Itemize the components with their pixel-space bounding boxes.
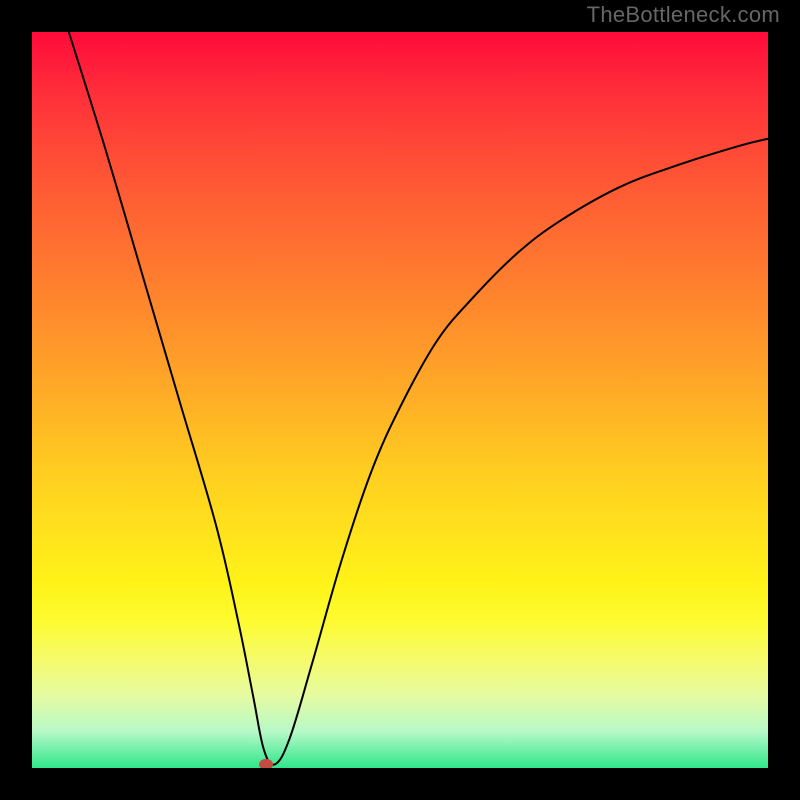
bottleneck-curve-path [69,32,768,765]
bottleneck-curve-svg [32,32,768,768]
chart-plot-area [32,32,768,768]
minimum-marker [259,759,273,768]
watermark-text: TheBottleneck.com [587,2,780,28]
